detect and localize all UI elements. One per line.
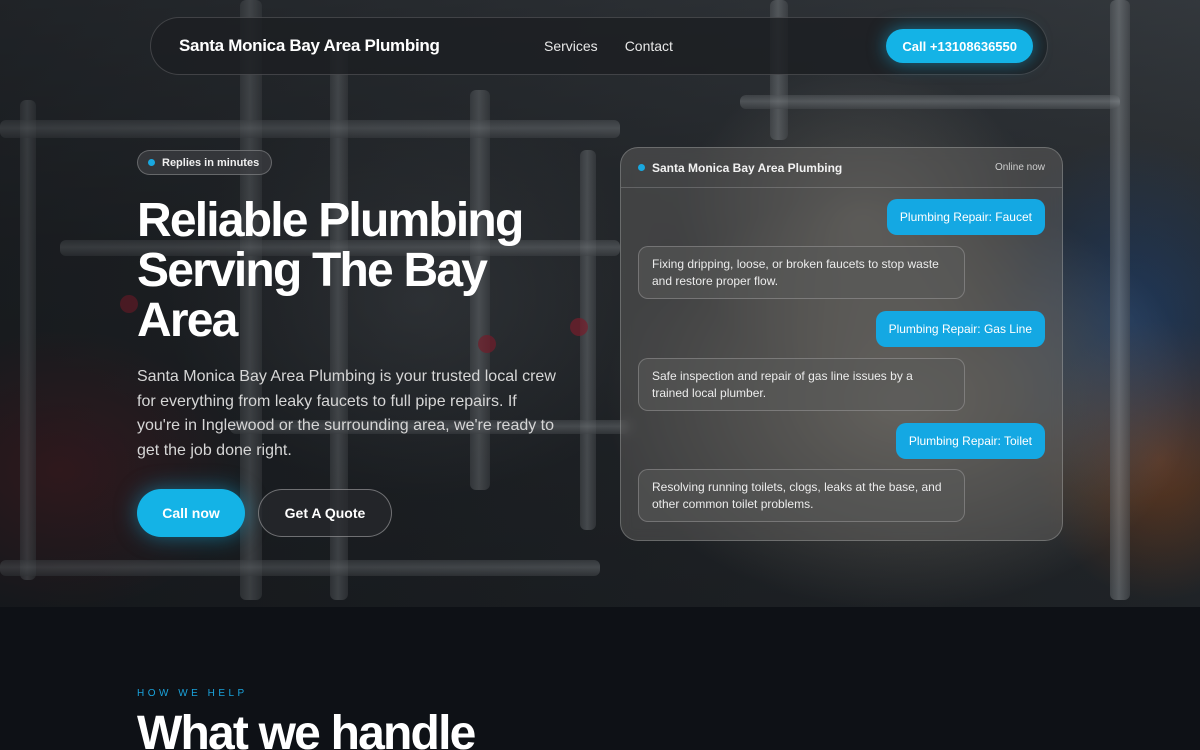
chat-title: Santa Monica Bay Area Plumbing xyxy=(652,160,843,175)
status-dot-icon xyxy=(148,159,155,166)
replies-badge: Replies in minutes xyxy=(137,150,273,175)
nav-links: Services Contact xyxy=(544,38,673,54)
chat-message-user: Plumbing Repair: Faucet xyxy=(886,199,1045,235)
chat-message-business: Safe inspection and repair of gas line i… xyxy=(638,358,965,411)
section-kicker: HOW WE HELP xyxy=(137,688,248,699)
hero-headline: Reliable Plumbing Serving The Bay Area xyxy=(137,194,524,347)
badge-label: Replies in minutes xyxy=(162,156,260,169)
hero-description: Santa Monica Bay Area Plumbing is your t… xyxy=(137,368,556,459)
chat-header: Santa Monica Bay Area Plumbing Online no… xyxy=(621,148,1062,188)
brand-name[interactable]: Santa Monica Bay Area Plumbing xyxy=(179,36,440,56)
chat-preview-card: Santa Monica Bay Area Plumbing Online no… xyxy=(620,147,1063,541)
nav-link-contact[interactable]: Contact xyxy=(625,38,673,54)
get-quote-button[interactable]: Get A Quote xyxy=(258,489,392,537)
section-title: What we handle xyxy=(137,707,476,750)
chat-message-user: Plumbing Repair: Gas Line xyxy=(875,311,1045,347)
nav-link-services[interactable]: Services xyxy=(544,38,598,54)
chat-status: Online now xyxy=(994,162,1045,173)
call-phone-button[interactable]: Call +13108636550 xyxy=(886,29,1033,63)
online-dot-icon xyxy=(638,164,645,171)
chat-message-business: Resolving running toilets, clogs, leaks … xyxy=(638,469,965,522)
top-navbar: Santa Monica Bay Area Plumbing Services … xyxy=(150,17,1048,75)
call-now-button[interactable]: Call now xyxy=(137,489,245,537)
chat-message-user: Plumbing Repair: Toilet xyxy=(895,423,1045,459)
chat-message-business: Fixing dripping, loose, or broken faucet… xyxy=(638,246,965,299)
